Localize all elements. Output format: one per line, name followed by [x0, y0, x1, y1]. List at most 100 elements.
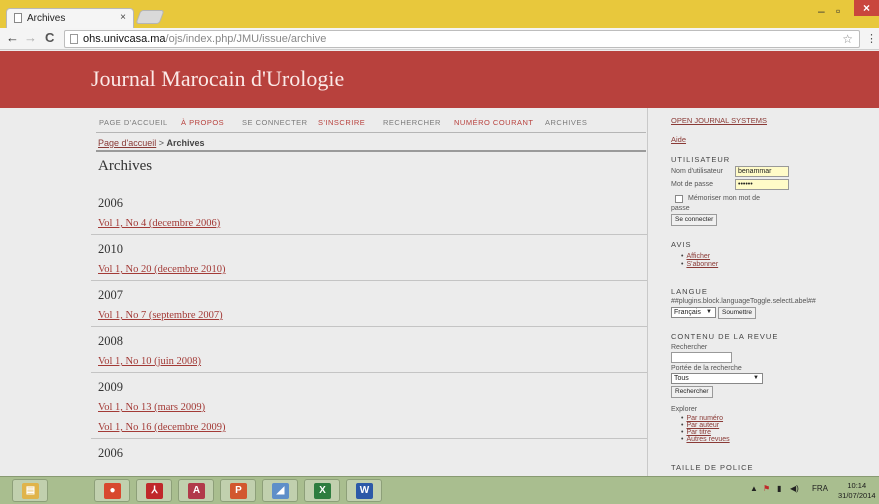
language-select[interactable]: Français ▼: [671, 307, 716, 318]
acrobat-icon: ⅄: [146, 483, 163, 499]
archive-year-heading: 2009: [98, 380, 123, 394]
search-scope-select[interactable]: Tous ▼: [671, 373, 763, 384]
language-heading: LANGUE: [671, 287, 708, 296]
archive-year-heading: 2008: [98, 334, 123, 348]
tray-arrow-icon[interactable]: ▲: [750, 484, 758, 493]
journal-title: Journal Marocain d'Urologie: [91, 66, 345, 91]
url-text: ohs.univcasa.ma/ojs/index.php/JMU/issue/…: [83, 33, 327, 45]
taskbar: ▤ ● ⅄ A P ◢ X W ▲ ⚑ ▮ ◀) FRA 10:14 31/07/2014: [0, 476, 879, 504]
tray-network-icon[interactable]: ▮: [777, 484, 781, 493]
tab-close-icon[interactable]: ×: [120, 12, 126, 23]
taskbar-app-button[interactable]: X: [304, 479, 340, 502]
address-bar[interactable]: ohs.univcasa.ma/ojs/index.php/JMU/issue/…: [64, 30, 860, 48]
search-button[interactable]: Rechercher: [671, 386, 713, 398]
tray-flag-icon[interactable]: ⚑: [763, 484, 770, 493]
search-label: Rechercher: [671, 344, 708, 351]
search-input[interactable]: [671, 352, 732, 363]
browse-by-author-link[interactable]: Par auteur: [681, 422, 719, 429]
main-navigation: PAGE D'ACCUEIL À PROPOS SE CONNECTER S'INSC…: [99, 116, 647, 132]
maximize-icon[interactable]: ▫: [836, 4, 840, 18]
page-icon: [70, 34, 78, 44]
remember-checkbox[interactable]: [675, 195, 683, 203]
reload-icon[interactable]: C: [45, 30, 54, 45]
minimize-icon[interactable]: –: [818, 4, 825, 18]
sidebar: OPEN JOURNAL SYSTEMS Aide UTILISATEUR No…: [671, 108, 879, 476]
taskbar-app-button[interactable]: ●: [94, 479, 130, 502]
page-icon: [14, 13, 22, 23]
tray-volume-icon[interactable]: ◀): [790, 484, 799, 493]
browse-by-issue-link[interactable]: Par numéro: [681, 415, 723, 422]
file-explorer-icon: ▤: [22, 483, 39, 499]
language-submit-button[interactable]: Soumettre: [718, 307, 756, 319]
nav-item[interactable]: S'INSCRIRE: [318, 118, 365, 127]
divider: [96, 132, 646, 133]
archive-year-heading: 2006: [98, 196, 123, 210]
access-icon: A: [188, 483, 205, 499]
remember-label-cont: passe: [671, 205, 690, 212]
divider: [91, 438, 647, 439]
other-journals-link[interactable]: Autres revues: [681, 436, 729, 443]
journal-content-heading: CONTENU DE LA REVUE: [671, 332, 779, 341]
nav-item[interactable]: ARCHIVES: [545, 118, 587, 127]
password-field[interactable]: ••••••: [735, 179, 789, 190]
taskbar-app-button[interactable]: W: [346, 479, 382, 502]
language-label: ##plugins.block.languageToggle.selectLab…: [671, 298, 816, 305]
breadcrumb-separator: >: [156, 138, 167, 148]
dropdown-arrow-icon: ▼: [706, 309, 712, 315]
username-label: Nom d'utilisateur: [671, 168, 723, 175]
taskbar-app-button[interactable]: ▤: [12, 479, 48, 502]
back-arrow-icon[interactable]: ←: [6, 30, 19, 45]
issue-link[interactable]: Vol 1, No 4 (decembre 2006): [98, 218, 220, 229]
taskbar-app-button[interactable]: A: [178, 479, 214, 502]
divider: [91, 280, 647, 281]
taskbar-app-button[interactable]: ◢: [262, 479, 298, 502]
divider: [91, 372, 647, 373]
bookmark-star-icon[interactable]: ☆: [842, 31, 853, 47]
help-link[interactable]: Aide: [671, 135, 686, 144]
chrome-icon: ●: [104, 483, 121, 499]
close-window-icon[interactable]: ×: [854, 0, 879, 16]
notices-view-link[interactable]: Afficher: [681, 253, 710, 260]
forward-arrow-icon[interactable]: →: [24, 30, 37, 45]
tab-archives[interactable]: Archives ×: [6, 8, 134, 28]
issue-link[interactable]: Vol 1, No 16 (decembre 2009): [98, 422, 226, 433]
tab-bar: Archives × – ▫ ×: [0, 0, 879, 28]
issue-link[interactable]: Vol 1, No 7 (septembre 2007): [98, 310, 223, 321]
remember-label: Mémoriser mon mot de: [688, 195, 760, 202]
issue-link[interactable]: Vol 1, No 10 (juin 2008): [98, 356, 201, 367]
nav-item[interactable]: À PROPOS: [181, 118, 224, 127]
taskbar-app-button[interactable]: ⅄: [136, 479, 172, 502]
new-tab-button[interactable]: [135, 10, 165, 24]
archive-year-heading: 2007: [98, 288, 123, 302]
nav-item[interactable]: PAGE D'ACCUEIL: [99, 118, 168, 127]
tab-title: Archives: [27, 13, 66, 24]
divider: [647, 108, 648, 476]
browse-by-title-link[interactable]: Par titre: [681, 429, 711, 436]
divider: [91, 326, 647, 327]
divider: [91, 234, 647, 235]
dropdown-arrow-icon: ▼: [753, 375, 759, 381]
notices-heading: AVIS: [671, 240, 692, 249]
menu-icon[interactable]: ⋮: [866, 32, 877, 45]
nav-item[interactable]: RECHERCHER: [383, 118, 441, 127]
notices-subscribe-link[interactable]: S'abonner: [681, 261, 718, 268]
search-scope-label: Portée de la recherche: [671, 365, 742, 372]
browse-label: Explorer: [671, 406, 698, 413]
browser-toolbar: ← → C ohs.univcasa.ma/ojs/index.php/JMU/…: [0, 28, 879, 50]
clock-date: 31/07/2014: [838, 491, 876, 500]
breadcrumb-home-link[interactable]: Page d'accueil: [98, 138, 156, 148]
username-field[interactable]: benammar: [735, 166, 789, 177]
archive-year-heading: 2006: [98, 446, 123, 460]
system-clock[interactable]: 10:14 31/07/2014: [838, 481, 876, 501]
clock-time: 10:14: [847, 481, 867, 490]
issue-link[interactable]: Vol 1, No 20 (decembre 2010): [98, 264, 226, 275]
breadcrumb: Page d'accueil > Archives: [98, 138, 205, 148]
nav-item[interactable]: NUMÉRO COURANT: [454, 118, 534, 127]
login-button[interactable]: Se connecter: [671, 214, 718, 226]
nav-item[interactable]: SE CONNECTER: [242, 118, 308, 127]
issue-link[interactable]: Vol 1, No 13 (mars 2009): [98, 402, 205, 413]
language-indicator[interactable]: FRA: [812, 484, 828, 493]
open-journal-systems-link[interactable]: OPEN JOURNAL SYSTEMS: [671, 116, 767, 125]
journal-header: Journal Marocain d'Urologie: [0, 51, 879, 108]
taskbar-app-button[interactable]: P: [220, 479, 256, 502]
